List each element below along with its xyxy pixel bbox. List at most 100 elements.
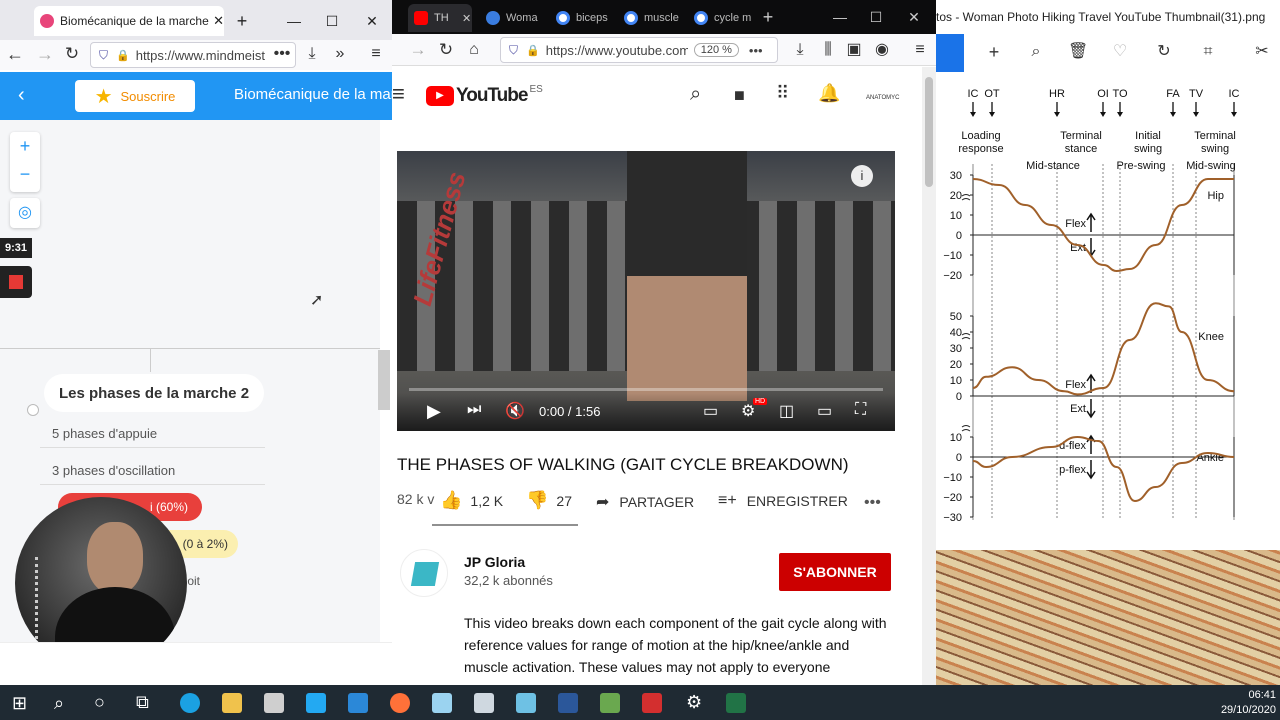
close-tab-icon[interactable]: ✕: [213, 13, 224, 29]
page-scrollbar[interactable]: [922, 67, 936, 685]
delete-icon[interactable]: 🗑: [1068, 42, 1088, 62]
more-dots-icon[interactable]: •••: [272, 44, 292, 64]
search-icon[interactable]: ⌕: [54, 693, 64, 714]
close-window-button[interactable]: ✕: [358, 8, 386, 34]
edit-icon[interactable]: ✂: [1252, 42, 1272, 62]
download-icon[interactable]: ⤓: [302, 44, 322, 64]
channel-avatar[interactable]: [400, 549, 448, 597]
library-icon[interactable]: ⫼: [818, 40, 838, 60]
crop-icon[interactable]: ⌗: [1198, 42, 1218, 62]
close-window-button[interactable]: ✕: [900, 4, 928, 30]
zoom-in-button[interactable]: +: [10, 132, 40, 160]
mindmap-root-node[interactable]: Les phases de la marche 2: [44, 374, 264, 412]
zoom-icon[interactable]: ⌕: [1026, 42, 1046, 62]
subscribe-button[interactable]: ★ Souscrire: [75, 80, 195, 112]
url-bar[interactable]: ⛉ 🔒 https://www.youtube.com/ 120 % •••: [500, 37, 778, 63]
next-icon[interactable]: ⏭: [467, 401, 481, 419]
like-button[interactable]: 👍 1,2 K: [440, 490, 503, 511]
menu-icon[interactable]: ≡: [910, 40, 930, 60]
acrobat-icon[interactable]: [642, 693, 662, 713]
minimize-button[interactable]: —: [826, 4, 854, 30]
menu-icon[interactable]: ≡: [366, 44, 386, 64]
vscode-icon[interactable]: [306, 693, 326, 713]
reload-icon[interactable]: ↻: [436, 40, 456, 60]
download-icon[interactable]: ⤓: [790, 40, 810, 60]
subtitles-icon[interactable]: ▭: [703, 401, 718, 421]
theater-mode-icon[interactable]: ▭: [817, 401, 832, 421]
account-icon[interactable]: ◉: [872, 40, 892, 60]
dislike-button[interactable]: 👎 27: [526, 490, 572, 511]
scrollbar[interactable]: [378, 350, 390, 410]
maximize-button[interactable]: ☐: [862, 4, 890, 30]
fullscreen-icon[interactable]: ⛶: [855, 401, 866, 419]
share-button[interactable]: ➦ PARTAGER: [596, 492, 694, 512]
file-explorer-icon[interactable]: [222, 693, 242, 713]
youtube-logo[interactable]: ▶ YouTube ES: [426, 84, 543, 107]
tab-youtube[interactable]: TH ✕: [408, 4, 472, 32]
firefox-icon[interactable]: [390, 693, 410, 713]
mindmap-node[interactable]: 5 phases d'appuie: [40, 420, 265, 448]
favorite-icon[interactable]: ♡: [1110, 42, 1130, 62]
word-icon[interactable]: [558, 693, 578, 713]
info-icon[interactable]: i: [851, 165, 873, 187]
settings-gear-icon[interactable]: ⚙: [686, 692, 702, 713]
locate-button[interactable]: ◎: [10, 198, 40, 228]
back-arrow-icon[interactable]: ←: [4, 44, 26, 64]
back-chevron-icon[interactable]: ‹: [18, 84, 25, 107]
node-handle[interactable]: [27, 404, 39, 416]
cortana-icon[interactable]: ○: [94, 692, 105, 713]
channel-name[interactable]: JP Gloria: [464, 554, 525, 570]
forward-arrow-icon[interactable]: →: [34, 44, 56, 64]
subscribe-button[interactable]: S'ABONNER: [779, 553, 891, 591]
task-view-icon[interactable]: ⧉: [136, 692, 149, 713]
photos-icon[interactable]: [348, 693, 368, 713]
bell-icon[interactable]: 🔔: [818, 83, 840, 104]
edge-icon[interactable]: [180, 693, 200, 713]
miniplayer-icon[interactable]: ◫: [779, 401, 794, 421]
home-icon[interactable]: ⌂: [464, 40, 484, 60]
scrollbar-thumb[interactable]: [925, 77, 933, 187]
new-tab-button[interactable]: +: [228, 8, 256, 34]
more-actions-icon[interactable]: •••: [864, 494, 881, 512]
reload-icon[interactable]: ↻: [62, 44, 82, 64]
tab-muscle[interactable]: muscle: [620, 4, 682, 32]
muted-icon[interactable]: 🔇: [505, 401, 525, 421]
snipping-icon[interactable]: [474, 693, 494, 713]
stop-recording-button[interactable]: [0, 266, 32, 298]
video-camera-icon[interactable]: ■: [734, 85, 745, 106]
sidebar-icon[interactable]: ▣: [844, 40, 864, 60]
paint-icon[interactable]: [432, 693, 452, 713]
minimize-button[interactable]: —: [280, 8, 308, 34]
add-icon[interactable]: +: [984, 42, 1004, 62]
tab-woman[interactable]: Woma: [482, 4, 542, 32]
zoom-level[interactable]: 120 %: [693, 43, 739, 57]
search-icon[interactable]: ⌕: [690, 83, 701, 106]
sketch-icon[interactable]: [516, 693, 536, 713]
channel-badge[interactable]: ANATOMYC: [866, 95, 899, 101]
forward-arrow-icon[interactable]: →: [408, 40, 428, 60]
close-tab-icon[interactable]: ✕: [462, 12, 471, 25]
tab-biceps[interactable]: biceps: [552, 4, 612, 32]
overflow-chevron-icon[interactable]: »: [330, 44, 350, 64]
mindmap-node[interactable]: 3 phases d'oscillation: [40, 457, 265, 485]
zoom-out-button[interactable]: −: [10, 160, 40, 188]
hamburger-menu-icon[interactable]: ≡: [392, 81, 405, 107]
url-bar[interactable]: ⛉ 🔒 https://www.mindmeist: [90, 42, 296, 68]
tab-mindmeister[interactable]: Biomécanique de la marche h ✕: [34, 6, 224, 36]
video-player[interactable]: LifeFitness i ▶ ⏭ 🔇 0:00 / 1:56 ▭ ⚙ HD ◫…: [397, 151, 895, 431]
viewer-sidebar-tab[interactable]: [936, 34, 964, 72]
windows-start-icon[interactable]: ⊞: [12, 693, 27, 714]
play-icon[interactable]: ▶: [427, 401, 441, 422]
taskbar-clock[interactable]: 06:41 29/10/2020: [1200, 688, 1276, 718]
tab-cycle[interactable]: cycle m: [690, 4, 752, 32]
store-icon[interactable]: [264, 693, 284, 713]
rotate-icon[interactable]: ↻: [1154, 42, 1174, 62]
progress-bar[interactable]: [409, 388, 883, 391]
maximize-button[interactable]: ☐: [318, 8, 346, 34]
save-button[interactable]: ≡+ ENREGISTRER: [718, 492, 848, 510]
apps-grid-icon[interactable]: ⠿: [776, 83, 789, 104]
more-dots-icon[interactable]: •••: [749, 43, 763, 58]
new-tab-button[interactable]: +: [754, 4, 782, 30]
excel-icon[interactable]: [726, 693, 746, 713]
game-icon[interactable]: [600, 693, 620, 713]
